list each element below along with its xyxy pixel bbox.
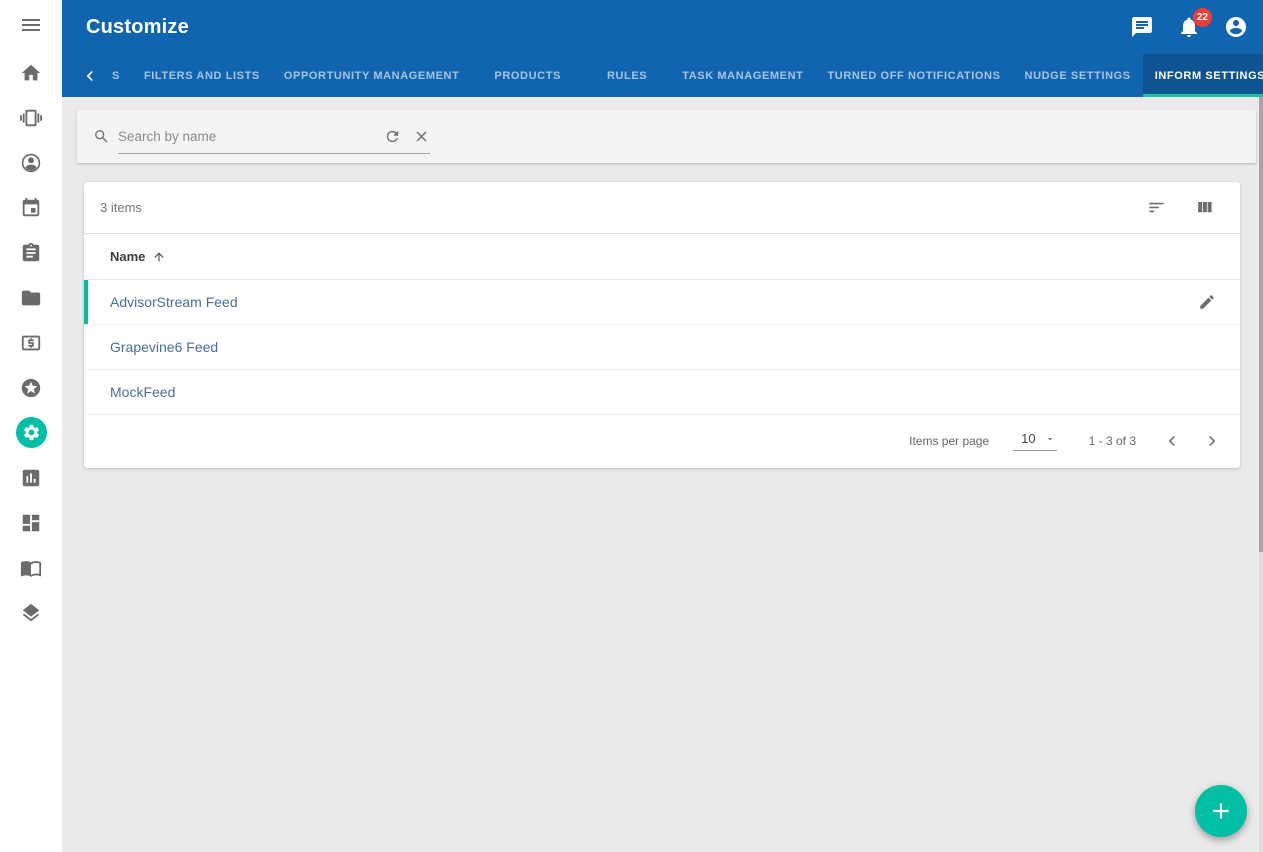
chat-icon (1130, 15, 1154, 39)
sidebar-item-dashboard[interactable] (0, 500, 62, 545)
app-header: Customize 22 S FILTERS AND LISTS OPPORTU… (62, 0, 1263, 97)
star-circle-icon (20, 377, 42, 399)
table-row[interactable]: Grapevine6 Feed (84, 325, 1240, 370)
feeds-table-card: 3 items Name AdvisorStream Feed Grapevin… (84, 182, 1240, 468)
settings-gear-icon (16, 417, 47, 448)
calendar-icon (20, 197, 42, 219)
arrow-up-icon (152, 250, 166, 264)
tab-filters-and-lists[interactable]: FILTERS AND LISTS (132, 54, 272, 97)
dashboard-icon (20, 512, 42, 534)
items-per-page-label: Items per page (909, 434, 989, 448)
sidebar-item-tasks[interactable] (0, 230, 62, 275)
sidebar (0, 0, 62, 852)
sidebar-item-reports[interactable] (0, 455, 62, 500)
tab-bar: S FILTERS AND LISTS OPPORTUNITY MANAGEME… (62, 54, 1263, 97)
tab-nudge-settings[interactable]: NUDGE SETTINGS (1013, 54, 1143, 97)
chevron-left-icon (80, 66, 100, 86)
search-icon (93, 128, 110, 145)
column-label: Name (110, 249, 145, 264)
folder-icon (20, 287, 42, 309)
previous-page-button[interactable] (1152, 421, 1192, 461)
search-panel (77, 110, 1256, 163)
view-columns-icon (1195, 198, 1214, 217)
profile-button[interactable] (1224, 15, 1248, 39)
next-page-button[interactable] (1192, 421, 1232, 461)
search-field (118, 120, 430, 154)
refresh-button[interactable] (384, 128, 401, 145)
add-feed-fab[interactable] (1195, 785, 1247, 837)
clear-search-button[interactable] (413, 128, 430, 145)
clipboard-icon (20, 242, 42, 264)
tabs-scroll-left-button[interactable] (80, 54, 100, 97)
table-row[interactable]: MockFeed (84, 370, 1240, 415)
tab-s[interactable]: S (100, 54, 132, 97)
plus-icon (1208, 798, 1234, 824)
menu-icon (19, 13, 43, 37)
bar-chart-icon (20, 467, 42, 489)
search-input[interactable] (118, 129, 372, 144)
feed-name-link[interactable]: Grapevine6 Feed (110, 339, 218, 355)
person-icon (20, 152, 42, 174)
notification-badge: 22 (1193, 8, 1212, 27)
sidebar-item-favorites[interactable] (0, 365, 62, 410)
column-header-name[interactable]: Name (84, 234, 1240, 280)
sidebar-item-calendar[interactable] (0, 185, 62, 230)
tab-opportunity-management[interactable]: OPPORTUNITY MANAGEMENT (272, 54, 472, 97)
columns-button[interactable] (1195, 198, 1214, 217)
account-circle-icon (1224, 15, 1248, 39)
sidebar-item-home[interactable] (0, 50, 62, 95)
sort-button[interactable] (1147, 198, 1166, 217)
paginator: Items per page 10 1 - 3 of 3 (84, 415, 1240, 467)
edit-pencil-icon (1198, 293, 1216, 311)
page-title: Customize (86, 16, 1130, 39)
chevron-left-icon (1162, 431, 1182, 451)
close-icon (413, 128, 430, 145)
sidebar-item-contacts[interactable] (0, 140, 62, 185)
table-toolbar: 3 items (84, 182, 1240, 234)
sidebar-item-settings[interactable] (0, 410, 62, 455)
tab-rules[interactable]: RULES (595, 54, 659, 97)
feed-name-link[interactable]: AdvisorStream Feed (110, 294, 238, 310)
sidebar-item-library[interactable] (0, 545, 62, 590)
table-row[interactable]: AdvisorStream Feed (84, 280, 1240, 325)
sidebar-item-engagement[interactable] (0, 95, 62, 140)
tab-products[interactable]: PRODUCTS (482, 54, 573, 97)
chat-button[interactable] (1130, 15, 1154, 39)
page-size-value: 10 (1021, 431, 1035, 446)
sidebar-item-billing[interactable] (0, 320, 62, 365)
scrollbar-thumb[interactable] (1259, 97, 1263, 552)
tab-task-management[interactable]: TASK MANAGEMENT (670, 54, 815, 97)
sidebar-item-layers[interactable] (0, 590, 62, 635)
notifications-button[interactable]: 22 (1177, 15, 1201, 39)
edit-button[interactable] (1192, 287, 1222, 317)
home-icon (20, 62, 42, 84)
feed-name-link[interactable]: MockFeed (110, 384, 175, 400)
layers-icon (20, 602, 42, 624)
tab-inform-settings[interactable]: INFORM SETTINGS (1143, 54, 1263, 97)
chevron-right-icon (1202, 431, 1222, 451)
tab-turned-off-notifications[interactable]: TURNED OFF NOTIFICATIONS (815, 54, 1012, 97)
hamburger-menu-button[interactable] (0, 0, 62, 50)
refresh-icon (384, 128, 401, 145)
vibration-icon (20, 107, 42, 129)
items-count: 3 items (100, 200, 1147, 215)
sort-icon (1147, 198, 1166, 217)
dropdown-arrow-icon (1045, 434, 1055, 444)
items-per-page-select[interactable]: 10 (1013, 431, 1056, 451)
sidebar-item-files[interactable] (0, 275, 62, 320)
page-range-label: 1 - 3 of 3 (1089, 434, 1136, 448)
money-icon (20, 332, 42, 354)
book-icon (20, 557, 42, 579)
